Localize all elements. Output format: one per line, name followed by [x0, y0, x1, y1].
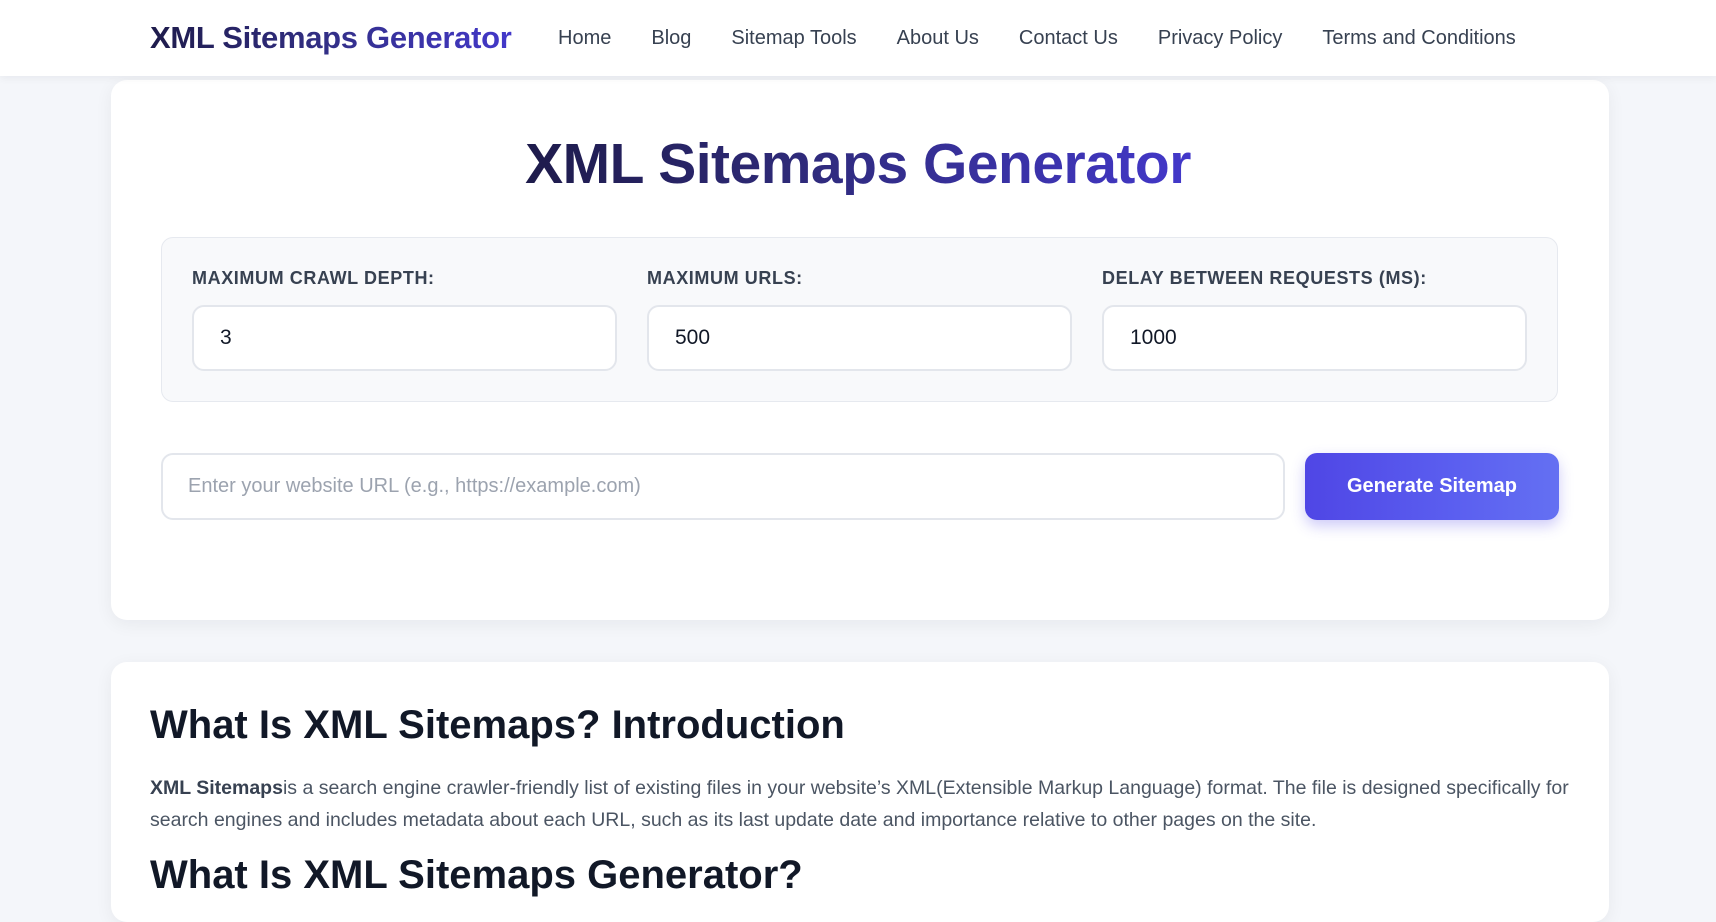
max-urls-label: MAXIMUM URLS:	[647, 268, 803, 288]
nav-link-contact-us[interactable]: Contact Us	[1019, 24, 1118, 52]
delay-label: DELAY BETWEEN REQUESTS (MS):	[1102, 268, 1427, 288]
page-title: XML Sitemaps Generator	[0, 128, 1716, 200]
intro-heading: What Is XML Sitemaps? Introduction	[150, 703, 845, 747]
nav-link-sitemap-tools[interactable]: Sitemap Tools	[731, 24, 856, 52]
nav-link-home[interactable]: Home	[558, 24, 611, 52]
max-urls-input[interactable]	[647, 305, 1072, 371]
intro-bold-term: XML Sitemaps	[150, 777, 283, 799]
generator-heading: What Is XML Sitemaps Generator?	[150, 853, 803, 897]
brand-logo[interactable]: XML Sitemaps Generator	[150, 20, 512, 56]
intro-body: is a search engine crawler-friendly list…	[150, 777, 1569, 831]
crawl-settings-panel: MAXIMUM CRAWL DEPTH: MAXIMUM URLS: DELAY…	[161, 237, 1558, 402]
nav-link-blog[interactable]: Blog	[651, 24, 691, 52]
delay-input[interactable]	[1102, 305, 1527, 371]
brand-name: XML Sitemaps Generator	[150, 20, 512, 55]
nav-link-terms[interactable]: Terms and Conditions	[1322, 24, 1515, 52]
crawl-depth-input[interactable]	[192, 305, 617, 371]
nav-link-privacy-policy[interactable]: Privacy Policy	[1158, 24, 1282, 52]
crawl-depth-label: MAXIMUM CRAWL DEPTH:	[192, 268, 435, 288]
page-title-text: XML Sitemaps Generator	[525, 132, 1191, 196]
intro-paragraph: XML Sitemapsis a search engine crawler-f…	[150, 772, 1570, 836]
website-url-input[interactable]	[161, 453, 1285, 520]
main-nav: Home Blog Sitemap Tools About Us Contact…	[558, 24, 1516, 52]
top-navbar: XML Sitemaps Generator Home Blog Sitemap…	[0, 0, 1716, 76]
generate-sitemap-button[interactable]: Generate Sitemap	[1305, 453, 1559, 520]
nav-link-about-us[interactable]: About Us	[897, 24, 979, 52]
